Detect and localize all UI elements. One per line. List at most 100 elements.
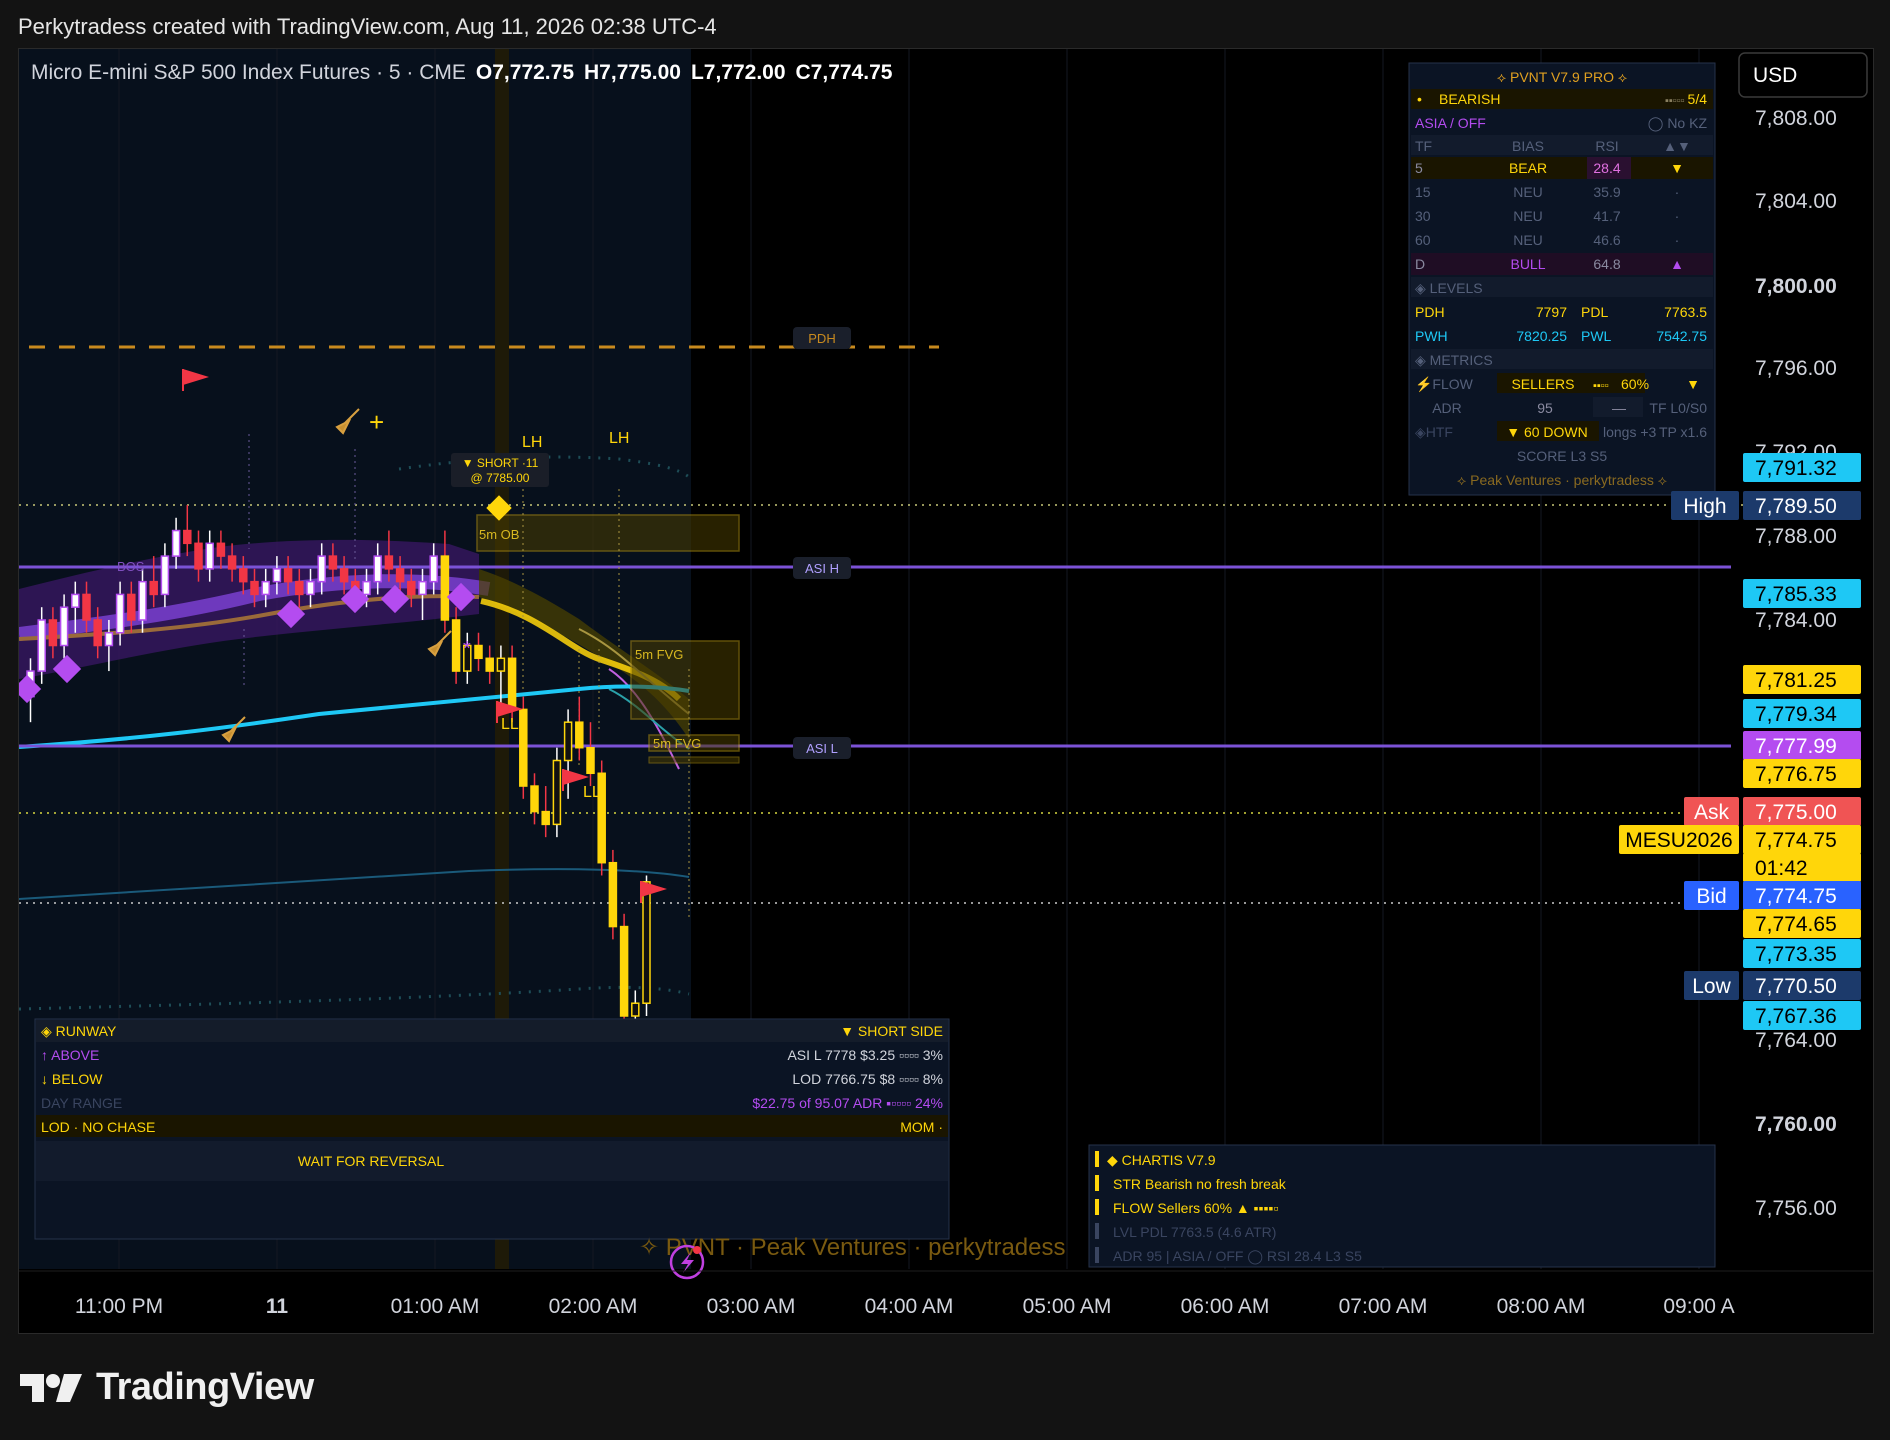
time-tick-label: 02:00 AM	[549, 1295, 638, 1318]
short-signal-label: ▼ SHORT ·11 @ 7785.00	[451, 453, 549, 487]
svg-text:7,777.99: 7,777.99	[1755, 735, 1837, 758]
price-tag: 7,777.99	[1743, 731, 1861, 760]
chart-canvas[interactable]: PDH ASI H ASI L 5m OB 5m FVG 5m FVG ▼ SH…	[19, 49, 1874, 1334]
svg-text:PDH: PDH	[808, 331, 835, 346]
tradingview-logo-icon	[20, 1373, 82, 1402]
svg-text:MESU2026: MESU2026	[1625, 829, 1732, 852]
svg-text:ADR 95 | ASIA / OFF ◯ RSI: ADR 95 | ASIA / OFF ◯ RSI 28.4 L3 S5	[1113, 1248, 1362, 1265]
svg-text:D: D	[1415, 256, 1425, 272]
svg-text:SELLERS: SELLERS	[1511, 376, 1574, 392]
svg-text:BEARISH: BEARISH	[1439, 91, 1500, 107]
fvg-1-label: 5m FVG	[635, 647, 683, 662]
time-tick-label: 11:00 PM	[75, 1295, 163, 1318]
svg-text:⟡ PVNT V7.9 PRO ⟡: ⟡ PVNT V7.9 PRO ⟡	[1497, 69, 1627, 85]
time-tick-label: 01:00 AM	[391, 1295, 480, 1318]
price-tick-label: 7,796.00	[1755, 357, 1837, 380]
svg-text:7,789.50: 7,789.50	[1755, 495, 1837, 518]
svg-text:↓ BELOW: ↓ BELOW	[41, 1071, 103, 1087]
svg-text:USD: USD	[1753, 64, 1797, 87]
svg-text:5: 5	[1415, 160, 1423, 176]
asi-h-label: ASI H	[793, 557, 851, 579]
pvnt-dashboard: ⟡ PVNT V7.9 PRO ⟡ • BEARISH ▪▪▫▫▫ 5/4 AS…	[1408, 62, 1716, 496]
lh-label-1: LH	[522, 434, 542, 451]
currency-button[interactable]: USD	[1738, 52, 1868, 98]
asi-l-label: ASI L	[793, 737, 851, 759]
svg-text:SCORE L3 S5: SCORE L3 S5	[1517, 448, 1607, 464]
svg-text:Ask: Ask	[1694, 801, 1730, 824]
time-tick-label: 03:00 AM	[707, 1295, 796, 1318]
svg-text:·: ·	[1675, 232, 1680, 248]
price-tag: 7,774.75 Bid	[1684, 881, 1861, 910]
price-tag: 01:42	[1743, 853, 1861, 882]
fvg-2-label: 5m FVG	[653, 736, 701, 751]
svg-text:7,773.35: 7,773.35	[1755, 943, 1837, 966]
svg-text:⚡FLOW: ⚡FLOW	[1415, 376, 1474, 393]
svg-text:▼: ▼	[1670, 160, 1684, 176]
svg-text:·: ·	[1675, 184, 1680, 200]
svg-text:15: 15	[1415, 184, 1431, 200]
price-tick-label: 7,804.00	[1755, 190, 1837, 213]
time-tick-label: 05:00 AM	[1023, 1295, 1112, 1318]
svg-text:5/4: 5/4	[1688, 91, 1708, 107]
svg-text:◯ No KZ: ◯ No KZ	[1648, 115, 1708, 132]
ll-label-2: LL	[583, 784, 601, 801]
svg-text:ASI L: ASI L	[806, 741, 838, 756]
price-tag: 7,767.36	[1743, 1001, 1861, 1030]
svg-text:▼ SHORT SIDE: ▼ SHORT SIDE	[840, 1023, 943, 1039]
price-tick-label: 7,800.00	[1755, 275, 1837, 298]
price-tag: 7,779.34	[1743, 699, 1861, 728]
svg-text:BIAS: BIAS	[1512, 138, 1544, 154]
svg-text:◈ RUNWAY: ◈ RUNWAY	[41, 1023, 117, 1039]
svg-text:95: 95	[1537, 400, 1553, 416]
publisher-header: Perkytradess created with TradingView.co…	[18, 14, 717, 39]
price-tag: 7,791.32	[1743, 453, 1861, 482]
star-marker: *	[463, 638, 471, 660]
price-tick-label: 7,760.00	[1755, 1113, 1837, 1136]
svg-text:Micro E-mini S&P 500 Index Fut: Micro E-mini S&P 500 Index Futures · 5 ·…	[31, 61, 893, 84]
svg-text:NEU: NEU	[1513, 208, 1543, 224]
svg-text:ASI L 7778 $3.25 ▫▫▫▫ 3%: ASI L 7778 $3.25 ▫▫▫▫ 3%	[787, 1047, 943, 1063]
svg-text:PDL: PDL	[1581, 304, 1608, 320]
tradingview-brand: TradingView	[96, 1366, 314, 1408]
candle	[552, 747, 562, 838]
svg-text:•: •	[1417, 91, 1422, 107]
svg-text:7820.25: 7820.25	[1516, 328, 1567, 344]
svg-text:NEU: NEU	[1513, 232, 1543, 248]
svg-text:TF: TF	[1415, 138, 1432, 154]
price-tag: 7,776.75	[1743, 759, 1861, 788]
price-tick-label: 7,808.00	[1755, 107, 1837, 130]
svg-text:⟡ Peak Ventures · perkytrade: ⟡ Peak Ventures · perkytradess ⟡	[1457, 472, 1667, 488]
candle	[597, 760, 606, 876]
svg-text:7,774.65: 7,774.65	[1755, 913, 1837, 936]
time-tick-label: 06:00 AM	[1181, 1295, 1270, 1318]
svg-text:NEU: NEU	[1513, 184, 1543, 200]
svg-text:RSI: RSI	[1595, 138, 1618, 154]
svg-text:◆ CHARTIS V7.9: ◆ CHARTIS V7.9	[1107, 1152, 1216, 1168]
svg-text:TF L0/S0: TF L0/S0	[1649, 400, 1707, 416]
svg-text:7,775.00: 7,775.00	[1755, 801, 1837, 824]
chartis-panel: ◆ CHARTIS V7.9 STR Bearish no fresh brea…	[1088, 1144, 1716, 1268]
bos-label: BOS	[117, 559, 145, 574]
price-tag: 7,775.00 Ask	[1684, 797, 1861, 826]
price-tag: 7,785.33	[1743, 579, 1861, 608]
svg-text:MOM ·: MOM ·	[900, 1119, 943, 1135]
svg-text:7,781.25: 7,781.25	[1755, 669, 1837, 692]
ob-label: 5m OB	[479, 527, 519, 542]
svg-text:60%: 60%	[1621, 376, 1649, 392]
svg-text:↑ ABOVE: ↑ ABOVE	[41, 1047, 99, 1063]
plus-marker: +	[369, 407, 384, 437]
svg-text:7,767.36: 7,767.36	[1755, 1005, 1837, 1028]
svg-text:LOD · NO CHASE: LOD · NO CHASE	[41, 1119, 155, 1135]
candle	[619, 913, 629, 1029]
price-tick-label: 7,784.00	[1755, 609, 1837, 632]
svg-text:41.7: 41.7	[1593, 208, 1620, 224]
svg-text:▼: ▼	[1686, 376, 1700, 392]
chart-panel[interactable]: PDH ASI H ASI L 5m OB 5m FVG 5m FVG ▼ SH…	[18, 48, 1874, 1334]
svg-text:▲▼: ▲▼	[1663, 138, 1691, 154]
svg-text:▼ 60 DOWN: ▼ 60 DOWN	[1506, 424, 1588, 440]
tradingview-footer: TradingView	[20, 1366, 314, 1409]
svg-text:FLOW Sellers 60% ▲ ▪▪▪▪▫: FLOW Sellers 60% ▲ ▪▪▪▪▫	[1113, 1200, 1279, 1216]
svg-text:64.8: 64.8	[1593, 256, 1620, 272]
pdh-label: PDH	[793, 327, 851, 349]
svg-text:·: ·	[1675, 208, 1680, 224]
